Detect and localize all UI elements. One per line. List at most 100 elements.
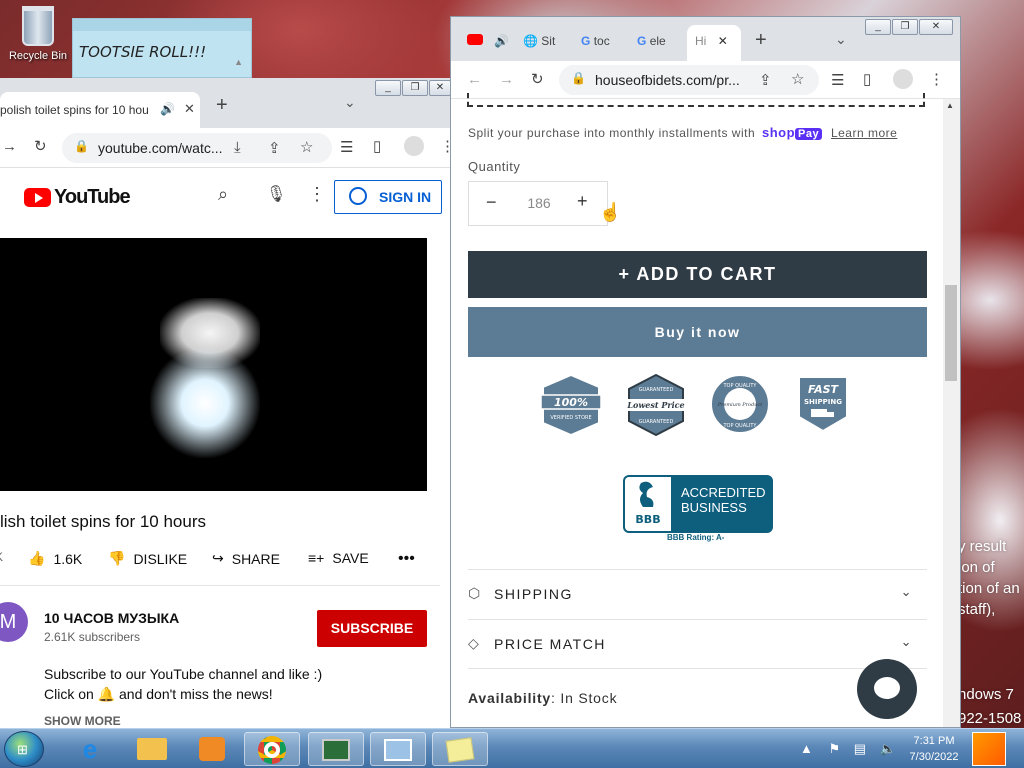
share-button[interactable]: ↪ SHARE xyxy=(212,550,280,567)
bbb-text: ACCREDITED BUSINESS xyxy=(681,485,766,515)
scrollbar[interactable]: ▲ xyxy=(943,99,960,727)
tab-speaker-icon[interactable]: 🔊 xyxy=(494,34,509,48)
quantity-stepper[interactable]: − 186 + xyxy=(468,181,608,226)
buy-it-now-button[interactable]: Buy it now xyxy=(468,307,927,357)
tab-google-2[interactable]: G ele xyxy=(637,25,666,61)
close-tab-icon[interactable]: ✕ xyxy=(184,101,195,117)
new-tab-icon[interactable]: + xyxy=(755,29,767,52)
sticky-note-text[interactable]: TOOTSIE ROLL!!! xyxy=(73,31,251,61)
install-icon[interactable]: ⤓ xyxy=(234,139,241,156)
address-bar[interactable]: 🔒 youtube.com/watc... ⤓ ⇪ ☆ xyxy=(62,133,332,163)
media-control-icon[interactable]: ☰ xyxy=(340,138,353,156)
address-bar[interactable]: 🔒 houseofbidets.com/pr... ⇪ ☆ xyxy=(559,65,819,95)
restore-icon[interactable]: ❐ xyxy=(402,80,428,96)
channel-avatar[interactable]: M xyxy=(0,602,28,642)
youtube-logo[interactable]: YouTube xyxy=(24,186,131,209)
system-tray: ▲ ⚑ ▤ 🔈 xyxy=(800,741,896,757)
share-page-icon[interactable]: ⇪ xyxy=(268,139,281,157)
close-icon[interactable]: ✕ xyxy=(919,19,953,35)
reload-icon[interactable]: ↻ xyxy=(34,137,47,155)
start-button[interactable]: ⊞ xyxy=(4,731,44,767)
reload-icon[interactable]: ↻ xyxy=(531,70,544,88)
show-more-button[interactable]: SHOW MORE xyxy=(44,714,121,728)
chrome-icon[interactable] xyxy=(244,732,300,766)
tab-search-icon[interactable]: ⌄ xyxy=(344,94,356,111)
add-to-cart-button[interactable]: + ADD TO CART xyxy=(468,251,927,298)
tab-site[interactable]: 🌐 Sit xyxy=(523,25,555,61)
tab-active[interactable]: Hi ✕ xyxy=(687,25,741,61)
internet-explorer-icon[interactable]: e xyxy=(62,732,118,766)
chat-button[interactable] xyxy=(857,659,917,719)
network-icon[interactable]: ▤ xyxy=(854,741,866,756)
minimize-icon[interactable]: _ xyxy=(865,19,891,35)
tab-youtube-icon[interactable]: 🔊 xyxy=(467,25,509,61)
sticky-arrow-icon[interactable]: ▲ xyxy=(234,57,243,67)
increase-quantity-button[interactable]: + xyxy=(577,191,588,212)
tab-youtube[interactable]: polish toilet spins for 10 hou 🔊 ✕ xyxy=(0,92,200,128)
show-hidden-icons-icon[interactable]: ▲ xyxy=(800,741,813,756)
forward-icon[interactable]: → xyxy=(499,71,514,88)
file-explorer-icon[interactable] xyxy=(124,732,180,766)
chevron-down-icon[interactable]: ⌄ xyxy=(901,584,913,600)
scroll-thumb[interactable] xyxy=(945,285,957,381)
more-actions-icon[interactable]: ••• xyxy=(398,550,415,568)
lowest-price-badge: GUARANTEED Lowest Price GUARANTEED xyxy=(626,373,685,437)
media-player-icon[interactable] xyxy=(184,732,240,766)
task-manager-icon[interactable] xyxy=(308,732,364,766)
new-tab-icon[interactable]: + xyxy=(216,94,228,117)
bbb-accredited-badge[interactable]: BBB ACCREDITED BUSINESS xyxy=(623,475,773,533)
fast-shipping-badge: FAST SHIPPING xyxy=(798,376,848,433)
shipping-accordion[interactable]: ⬡ SHIPPING ⌄ xyxy=(468,569,927,619)
quantity-input[interactable]: 186 xyxy=(469,195,609,211)
save-button[interactable]: ≡+ SAVE xyxy=(308,550,369,566)
channel-name[interactable]: 10 ЧАСОВ МУЗЫКА xyxy=(44,610,179,626)
left-edge-char: K xyxy=(0,550,3,564)
profile-icon[interactable] xyxy=(893,69,913,89)
learn-more-link[interactable]: Learn more xyxy=(831,126,897,140)
recycle-bin-icon[interactable]: Recycle Bin xyxy=(6,6,70,62)
address-text[interactable]: youtube.com/watc... xyxy=(98,140,223,156)
clock[interactable]: 7:31 PM 7/30/2022 xyxy=(900,733,968,765)
price-match-accordion[interactable]: ◇ PRICE MATCH ⌄ xyxy=(468,619,927,669)
sticky-notes-icon[interactable] xyxy=(432,732,488,766)
side-panel-icon[interactable]: ▯ xyxy=(373,137,381,155)
minimize-icon[interactable]: _ xyxy=(375,80,401,96)
more-icon[interactable]: ⋮ xyxy=(308,184,326,205)
restore-icon[interactable]: ❐ xyxy=(892,19,918,35)
subscriber-count: 2.61K subscribers xyxy=(44,630,141,644)
control-panel-icon[interactable] xyxy=(370,732,426,766)
side-panel-icon[interactable]: ▯ xyxy=(863,70,871,88)
sign-in-button[interactable]: SIGN IN xyxy=(334,180,442,214)
action-center-icon[interactable]: ⚑ xyxy=(829,741,841,756)
dislike-button[interactable]: 👎 DISLIKE xyxy=(108,550,187,567)
share-page-icon[interactable]: ⇪ xyxy=(759,71,772,89)
chevron-down-icon[interactable]: ⌄ xyxy=(901,634,913,650)
close-icon[interactable]: ✕ xyxy=(429,80,451,96)
plus-icon: + xyxy=(618,264,631,284)
speaker-icon[interactable]: 🔊 xyxy=(160,102,175,116)
like-button[interactable]: 👍 1.6K xyxy=(28,550,82,567)
search-icon[interactable]: ⌕ xyxy=(218,184,228,205)
profile-icon[interactable] xyxy=(404,136,424,156)
forward-icon[interactable]: → xyxy=(2,138,17,155)
video-frame-bottom xyxy=(150,348,260,458)
sticky-note[interactable]: TOOTSIE ROLL!!! ▲ xyxy=(72,18,252,78)
bookmark-star-icon[interactable]: ☆ xyxy=(300,138,313,156)
youtube-play-icon xyxy=(24,188,51,207)
scroll-up-icon[interactable]: ▲ xyxy=(946,101,954,110)
subscribe-button[interactable]: SUBSCRIBE xyxy=(317,610,427,647)
badge-fast-text: FAST xyxy=(808,383,840,396)
tab-search-icon[interactable]: ⌄ xyxy=(835,31,847,48)
lock-icon: 🔒 xyxy=(74,139,89,153)
bookmark-star-icon[interactable]: ☆ xyxy=(791,70,804,88)
back-icon[interactable]: ← xyxy=(467,71,482,88)
video-player[interactable] xyxy=(0,238,427,491)
volume-muted-icon[interactable]: 🔈 xyxy=(880,741,896,756)
microphone-icon[interactable]: 🎙 xyxy=(266,184,286,204)
close-tab-icon[interactable]: ✕ xyxy=(718,34,728,48)
show-desktop-button[interactable] xyxy=(972,732,1006,766)
address-text[interactable]: houseofbidets.com/pr... xyxy=(595,72,740,88)
media-control-icon[interactable]: ☰ xyxy=(831,71,844,89)
tab-google-1[interactable]: G toc xyxy=(581,25,610,61)
menu-icon[interactable]: ⋮ xyxy=(929,70,944,88)
